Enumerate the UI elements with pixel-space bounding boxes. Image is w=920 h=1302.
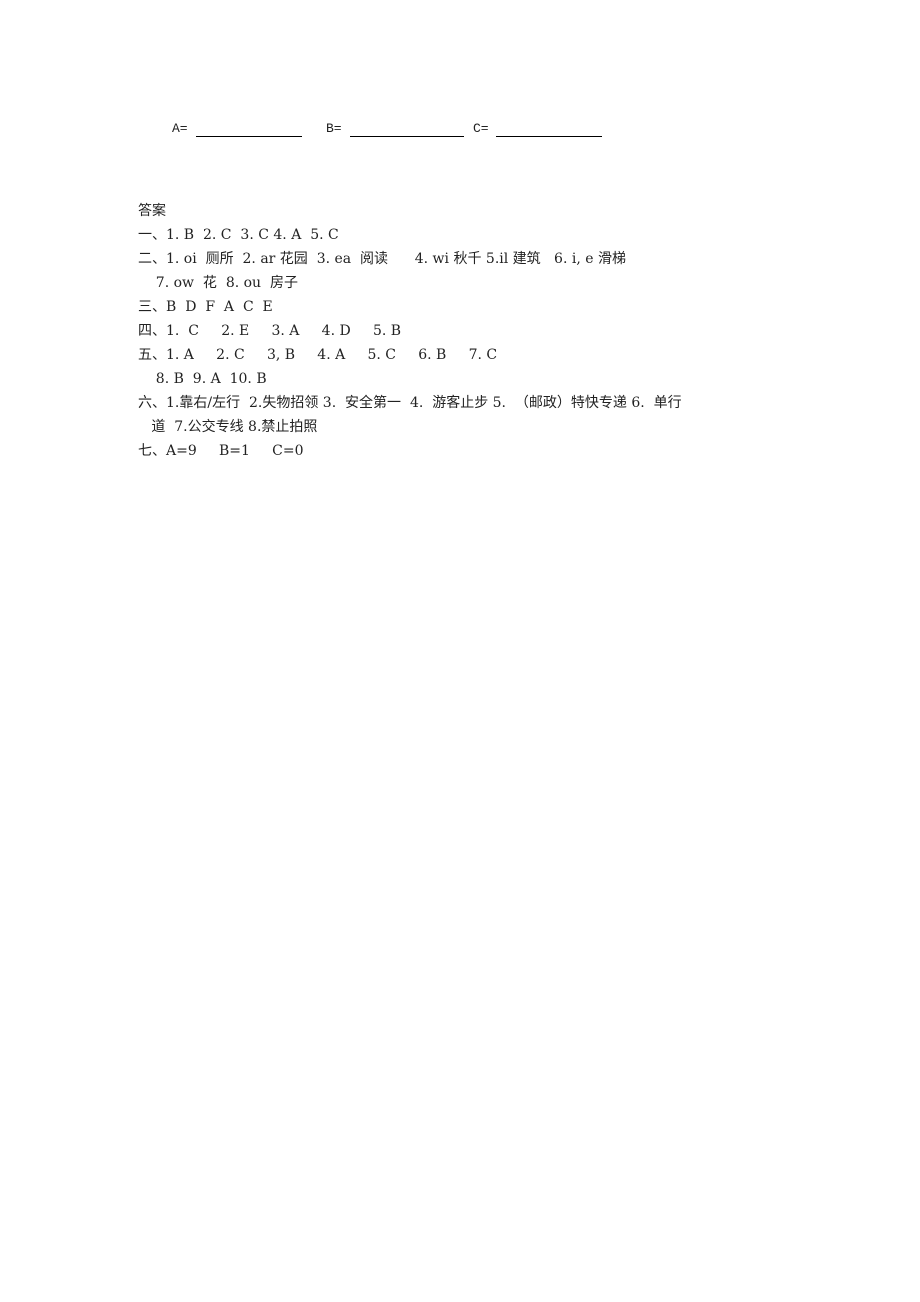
answer-line-3: 三、B D F A C E	[138, 299, 273, 315]
answer-line-2-cont: 7. ow 花 8. ou 房子	[138, 275, 298, 291]
answer-line-4: 四、1. C 2. E 3. A 4. D 5. B	[138, 323, 402, 339]
blank-a	[196, 136, 302, 137]
blank-c	[496, 136, 602, 137]
answers-heading: 答案	[138, 203, 166, 219]
answer-line-5: 五、1. A 2. C 3, B 4. A 5. C 6. B 7. C	[138, 347, 498, 363]
answer-line-6: 六、1.靠右/左行 2.失物招领 3. 安全第一 4. 游客止步 5. （邮政）…	[138, 395, 682, 411]
answer-line-1: 一、1. B 2. C 3. C 4. A 5. C	[138, 227, 339, 243]
label-c: C=	[473, 121, 489, 136]
answer-line-2: 二、1. oi 厕所 2. ar 花园 3. ea 阅读 4. wi 秋千 5.…	[138, 251, 626, 267]
label-b: B=	[326, 121, 342, 136]
label-a: A=	[172, 121, 188, 136]
answer-line-5-cont: 8. B 9. A 10. B	[138, 371, 267, 387]
answer-line-6-cont: 道 7.公交专线 8.禁止拍照	[138, 419, 318, 435]
blank-b	[350, 136, 464, 137]
answer-line-7: 七、A=9 B=1 C=0	[138, 443, 304, 459]
